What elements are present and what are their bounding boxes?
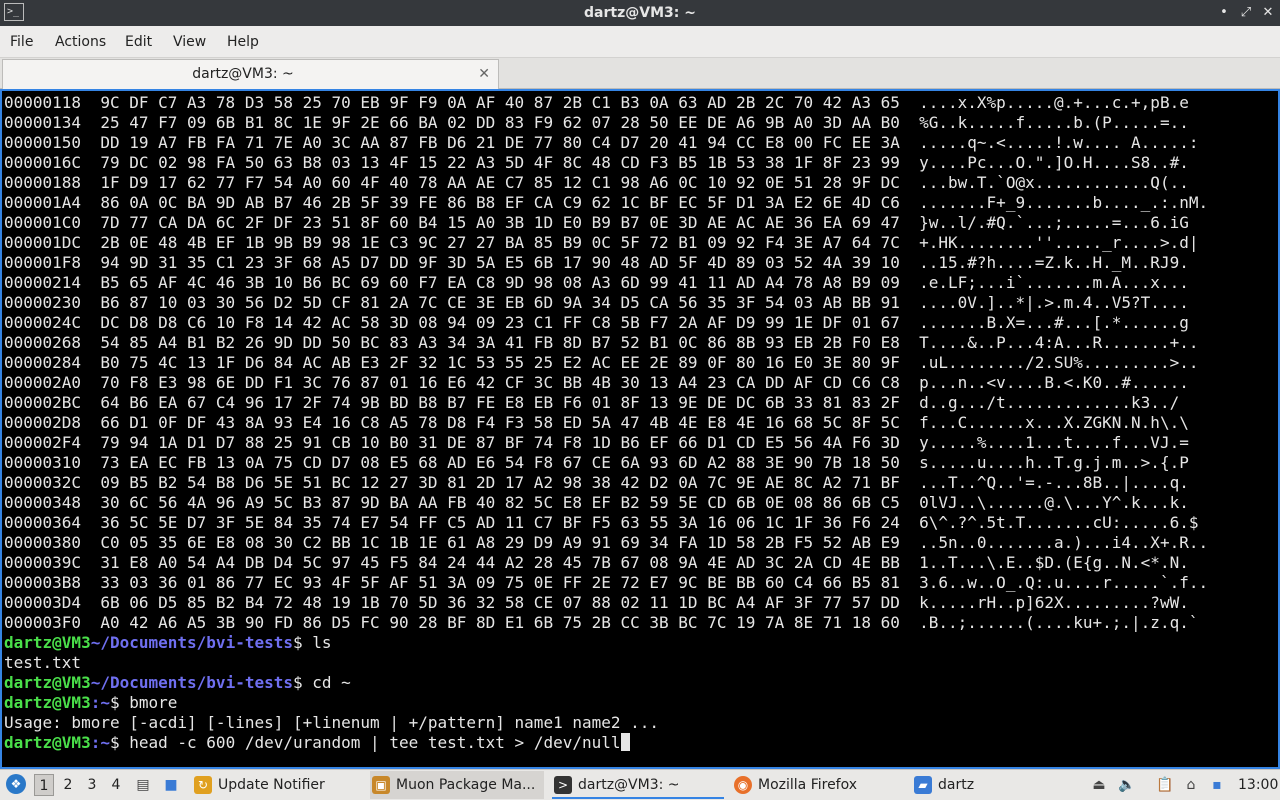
hex-dump-line: 0000024C DC D8 D8 C6 10 F8 14 42 AC 58 3… [4, 313, 1189, 332]
lxqt-start-icon[interactable]: ❖ [6, 774, 26, 794]
network-icon[interactable]: ⌂ [1182, 776, 1200, 794]
tab-label: dartz@VM3: ~ [192, 66, 294, 82]
clock[interactable]: 13:00 [1238, 770, 1278, 800]
hex-dump-line: 00000230 B6 87 10 03 30 56 D2 5D CF 81 2… [4, 293, 1189, 312]
hex-dump-line: 000003F0 A0 42 A6 A5 3B 90 FD 86 D5 FC 9… [4, 613, 1199, 632]
task-firefox[interactable]: ◉ Mozilla Firefox [732, 771, 902, 799]
menu-bar: File Actions Edit View Help [0, 26, 1280, 58]
window-titlebar[interactable]: >_ dartz@VM3: ~ • ⤢ ✕ [0, 0, 1280, 26]
hex-dump-line: 00000150 DD 19 A7 FB FA 71 7E A0 3C AA 8… [4, 133, 1199, 152]
terminal-icon: > [554, 776, 572, 794]
clipboard-icon[interactable]: 📋 [1156, 776, 1174, 794]
update-notifier-icon: ↻ [194, 776, 212, 794]
close-button[interactable]: ✕ [1258, 2, 1278, 24]
prompt-user: dartz@VM3 [4, 633, 91, 652]
volume-icon[interactable]: 🔈 [1118, 776, 1136, 794]
workspace-3[interactable]: 3 [82, 774, 102, 796]
prompt-path: :~ [90, 693, 110, 712]
hex-dump-line: 00000134 25 47 F7 09 6B B1 8C 1E 9F 2E 6… [4, 113, 1189, 132]
hex-dump-line: 0000016C 79 DC 02 98 FA 50 63 B8 03 13 4… [4, 153, 1189, 172]
task-muon-package-manager[interactable]: ▣ Muon Package Ma... [370, 771, 544, 799]
task-update-notifier[interactable]: ↻ Update Notifier [192, 771, 362, 799]
terminal-scrollbar[interactable] [1254, 91, 1278, 767]
hex-dump-line: 00000188 1F D9 17 62 77 F7 54 A0 60 4F 4… [4, 173, 1189, 192]
prompt-path: ~/Documents/bvi-tests [90, 673, 293, 692]
prompt-user: dartz@VM3 [4, 673, 91, 692]
command-output-line: Usage: bmore [-acdi] [-lines] [+linenum … [4, 713, 660, 732]
prompt-line: dartz@VM3:~$ bmore [4, 693, 177, 713]
notification-icon[interactable]: ▪ [1208, 776, 1226, 794]
hex-dump-line: 00000268 54 85 A4 B1 B2 26 9D DD 50 BC 8… [4, 333, 1199, 352]
hex-dump-line: 0000032C 09 B5 B2 54 B8 D6 5E 51 BC 12 2… [4, 473, 1189, 492]
terminal-view[interactable]: 00000118 9C DF C7 A3 78 D3 58 25 70 EB 9… [0, 89, 1280, 769]
hex-dump-line: 00000348 30 6C 56 4A 96 A9 5C B3 87 9D B… [4, 493, 1189, 512]
prompt-user: dartz@VM3 [4, 693, 91, 712]
menu-help[interactable]: Help [227, 26, 259, 58]
workspace-4[interactable]: 4 [106, 774, 126, 796]
prompt-line: dartz@VM3~/Documents/bvi-tests$ cd ~ [4, 673, 351, 693]
prompt-user: dartz@VM3 [4, 733, 91, 752]
task-terminal[interactable]: > dartz@VM3: ~ [552, 771, 724, 799]
menu-actions[interactable]: Actions [55, 26, 106, 58]
prompt-line: dartz@VM3~/Documents/bvi-tests$ ls [4, 633, 332, 653]
menu-file[interactable]: File [10, 26, 33, 58]
tab-terminal[interactable]: dartz@VM3: ~ ✕ [2, 59, 499, 89]
hex-dump-line: 00000310 73 EA EC FB 13 0A 75 CD D7 08 E… [4, 453, 1189, 472]
hex-dump-line: 00000364 36 5C 5E D7 3F 5E 84 35 74 E7 5… [4, 513, 1199, 532]
hex-dump-line: 000003D4 6B 06 D5 85 B2 B4 72 48 19 1B 7… [4, 593, 1189, 612]
hex-dump-line: 000001C0 7D 77 CA DA 6C 2F DF 23 51 8F 6… [4, 213, 1189, 232]
hex-dump-line: 000002BC 64 B6 EA 67 C4 96 17 2F 74 9B B… [4, 393, 1180, 412]
hex-dump-line: 000001DC 2B 0E 48 4B EF 1B 9B B9 98 1E C… [4, 233, 1199, 252]
hex-dump-line: 000003B8 33 03 36 01 86 77 EC 93 4F 5F A… [4, 573, 1209, 592]
show-desktop-icon[interactable]: ■ [162, 776, 180, 794]
hex-dump-line: 000001F8 94 9D 31 35 C1 23 3F 68 A5 D7 D… [4, 253, 1189, 272]
workspace-2[interactable]: 2 [58, 774, 78, 796]
prompt-command: $ ls [293, 633, 332, 652]
window-title: dartz@VM3: ~ [584, 5, 696, 21]
hex-dump-line: 000002D8 66 D1 0F DF 43 8A 93 E4 16 C8 A… [4, 413, 1189, 432]
tab-close-icon[interactable]: ✕ [478, 60, 490, 88]
tab-bar: dartz@VM3: ~ ✕ [0, 58, 1280, 89]
workspace-1[interactable]: 1 [34, 774, 54, 796]
package-manager-icon: ▣ [372, 776, 390, 794]
hex-dump-line: 00000214 B5 65 AF 4C 46 3B 10 B6 BC 69 6… [4, 273, 1189, 292]
hex-dump-line: 000002A0 70 F8 E3 98 6E DD F1 3C 76 87 0… [4, 373, 1189, 392]
menu-view[interactable]: View [173, 26, 206, 58]
eject-icon[interactable]: ⏏ [1090, 776, 1108, 794]
hex-dump-line: 00000380 C0 05 35 6E E8 08 30 C2 BB 1C 1… [4, 533, 1209, 552]
hex-dump-line: 00000284 B0 75 4C 13 1F D6 84 AC AB E3 2… [4, 353, 1199, 372]
hex-dump-line: 000001A4 86 0A 0C BA 9D AB B7 46 2B 5F 3… [4, 193, 1209, 212]
prompt-command: $ head -c 600 /dev/urandom | tee test.tx… [109, 733, 621, 752]
prompt-command: $ cd ~ [293, 673, 351, 692]
menu-edit[interactable]: Edit [125, 26, 152, 58]
text-cursor [620, 733, 630, 751]
maximize-button[interactable]: ⤢ [1236, 2, 1256, 24]
file-manager-icon[interactable]: ▤ [134, 776, 152, 794]
folder-icon: ▰ [914, 776, 932, 794]
minimize-button[interactable]: • [1214, 2, 1234, 24]
hex-dump-line: 000002F4 79 94 1A D1 D7 88 25 91 CB 10 B… [4, 433, 1189, 452]
taskbar: ❖ 1 2 3 4 ▤ ■ ↻ Update Notifier ▣ Muon P… [0, 769, 1280, 800]
firefox-icon: ◉ [734, 776, 752, 794]
command-output-line: test.txt [4, 653, 82, 672]
hex-dump-line: 0000039C 31 E8 A0 54 A4 DB D4 5C 97 45 F… [4, 553, 1189, 572]
prompt-line: dartz@VM3:~$ head -c 600 /dev/urandom | … [4, 733, 630, 753]
prompt-command: $ bmore [109, 693, 178, 712]
prompt-path: ~/Documents/bvi-tests [90, 633, 293, 652]
hex-dump-line: 00000118 9C DF C7 A3 78 D3 58 25 70 EB 9… [4, 93, 1189, 112]
prompt-path: :~ [90, 733, 110, 752]
task-file-manager-dartz[interactable]: ▰ dartz [912, 771, 1072, 799]
